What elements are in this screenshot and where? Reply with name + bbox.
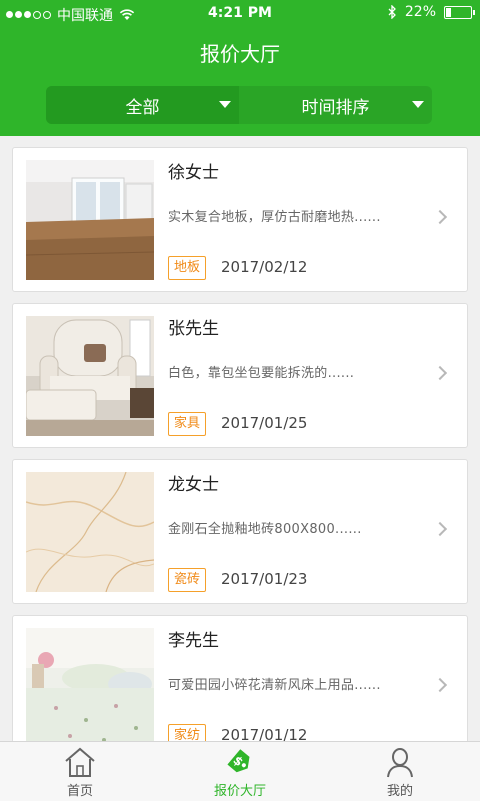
quote-card[interactable]: 张先生 白色，靠包坐包要能拆洗的...... 家具 2017/01/25 <box>12 303 468 448</box>
filter-all-dropdown[interactable]: 全部 <box>46 86 239 124</box>
filter-bar: 全部 时间排序 <box>46 86 432 124</box>
filter-sort-label: 时间排序 <box>301 97 370 118</box>
filter-all-label: 全部 <box>125 97 160 118</box>
tab-quote-hall[interactable]: $ 报价大厅 <box>160 742 320 801</box>
quote-card[interactable]: 徐女士 实木复合地板，厚仿古耐磨地热...... 地板 2017/02/12 <box>12 147 468 292</box>
customer-name: 李先生 <box>168 631 219 651</box>
room-photo <box>26 160 154 280</box>
status-bar: 中国联通 4:21 PM 22% <box>0 0 480 26</box>
tab-quote-hall-label: 报价大厅 <box>213 784 266 799</box>
page-title: 报价大厅 <box>200 42 280 66</box>
chevron-right-icon <box>432 677 448 693</box>
chevron-down-icon <box>219 101 231 108</box>
category-tag: 瓷砖 <box>168 568 207 592</box>
marble-photo <box>26 472 154 592</box>
page-header: 报价大厅 全部 时间排序 <box>0 26 480 136</box>
tab-home[interactable]: 首页 <box>0 742 160 801</box>
battery-percent: 22% <box>404 4 436 20</box>
tab-mine-label: 我的 <box>386 784 413 799</box>
filter-sort-dropdown[interactable]: 时间排序 <box>239 86 432 124</box>
quote-list: 徐女士 实木复合地板，厚仿古耐磨地热...... 地板 2017/02/12 张… <box>12 147 468 771</box>
tab-mine[interactable]: 我的 <box>320 742 480 801</box>
quote-description: 实木复合地板，厚仿古耐磨地热...... <box>168 210 381 225</box>
status-right: 22% <box>387 4 475 20</box>
bottom-tab-bar: 首页 $ 报价大厅 我的 <box>0 741 480 801</box>
person-icon <box>387 748 413 778</box>
chevron-right-icon <box>432 209 448 225</box>
quote-card[interactable]: 李先生 可爱田园小碎花清新风床上用品...... 家纺 2017/01/12 <box>12 615 468 760</box>
battery-icon <box>444 5 475 19</box>
quote-date: 2017/01/23 <box>221 570 308 588</box>
chevron-down-icon <box>412 101 424 108</box>
price-tag-icon: $ <box>227 749 250 773</box>
quote-description: 可爱田园小碎花清新风床上用品...... <box>168 678 381 693</box>
bluetooth-icon <box>388 5 396 19</box>
category-tag: 地板 <box>168 256 207 280</box>
bedding-photo <box>26 628 154 748</box>
quote-card[interactable]: 龙女士 金刚石全抛釉地砖800X800...... 瓷砖 2017/01/23 <box>12 459 468 604</box>
quote-date: 2017/02/12 <box>221 258 308 276</box>
quote-description: 白色，靠包坐包要能拆洗的...... <box>168 366 355 381</box>
chevron-right-icon <box>432 365 448 381</box>
armchair-photo <box>26 316 154 436</box>
chevron-right-icon <box>432 521 448 537</box>
quote-date: 2017/01/25 <box>221 414 308 432</box>
home-icon <box>65 747 95 777</box>
quote-description: 金刚石全抛釉地砖800X800...... <box>168 522 362 537</box>
customer-name: 徐女士 <box>168 163 219 183</box>
customer-name: 张先生 <box>168 319 219 339</box>
tab-home-label: 首页 <box>66 784 93 799</box>
customer-name: 龙女士 <box>168 475 219 495</box>
category-tag: 家具 <box>168 412 207 436</box>
